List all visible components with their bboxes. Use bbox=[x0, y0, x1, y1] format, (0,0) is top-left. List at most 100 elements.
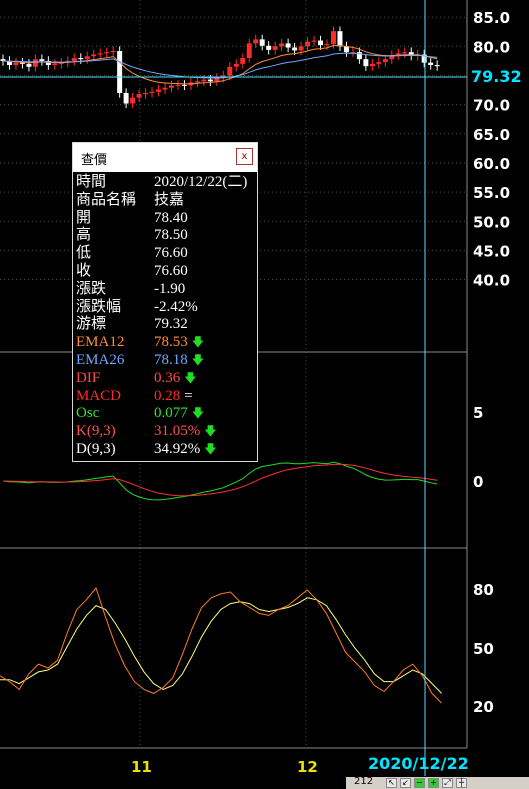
candle-body bbox=[123, 92, 129, 104]
popup-row-label: 漲跌幅 bbox=[76, 298, 122, 315]
macd-signal-line bbox=[2, 463, 438, 497]
popup-row-value: 2020/12/22(二) bbox=[154, 174, 248, 190]
macd-tick-label: 0 bbox=[473, 473, 483, 491]
popup-row-label: DIF bbox=[76, 369, 101, 386]
candle-body bbox=[71, 58, 77, 61]
candle-body bbox=[318, 40, 324, 46]
minus-icon[interactable]: − bbox=[414, 778, 425, 788]
candle-body bbox=[201, 79, 207, 82]
popup-titlebar[interactable]: 查價 x bbox=[73, 143, 257, 172]
candlesticks[interactable] bbox=[0, 26, 440, 109]
popup-row-value: 78.40 bbox=[154, 209, 188, 226]
candle-body bbox=[434, 65, 440, 67]
candle-body bbox=[363, 59, 369, 67]
popup-row: Osc 0.077 🡇 bbox=[76, 405, 257, 423]
popup-row-value: -2.42% bbox=[154, 298, 198, 315]
down-arrow-icon: 🡇 bbox=[191, 406, 205, 421]
dif-line bbox=[2, 461, 438, 501]
price-tick-label: 40.0 bbox=[473, 272, 510, 290]
price-tick-label: 85.0 bbox=[473, 9, 510, 27]
popup-row-value: 78.53 bbox=[154, 334, 188, 351]
expand-icon[interactable]: ⤢ bbox=[442, 778, 453, 788]
candle-body bbox=[298, 46, 304, 51]
popup-row-label: 收 bbox=[76, 262, 92, 279]
popup-row: 游標 79.32 bbox=[76, 316, 257, 334]
kd-lines bbox=[0, 586, 442, 704]
popup-row-label: 低 bbox=[76, 245, 92, 262]
date-tick-label: 11 bbox=[131, 758, 152, 776]
candle-body bbox=[26, 63, 32, 67]
candle-body bbox=[156, 89, 162, 92]
popup-row: EMA26 78.18 🡇 bbox=[76, 352, 257, 370]
zoom-in-icon[interactable]: ↖ bbox=[386, 778, 397, 788]
kd-tick-label: 80 bbox=[473, 581, 494, 599]
candle-body bbox=[32, 59, 38, 67]
price-tick-label: 45.0 bbox=[473, 242, 510, 260]
price-query-popup[interactable]: 查價 x 時間 2020/12/22(二) 商品名稱 技嘉開 78.40 高 78.50 低 7… bbox=[72, 142, 258, 462]
popup-row-value: 34.92% bbox=[154, 440, 201, 457]
cursor-date-label: 2020/12/22 bbox=[368, 754, 469, 773]
popup-row: MACD 0.28 = bbox=[76, 388, 257, 406]
popup-row-value: 31.05% bbox=[154, 423, 201, 440]
popup-row: 開 78.40 bbox=[76, 210, 257, 228]
popup-row: DIF 0.36 🡇 bbox=[76, 370, 257, 388]
candle-body bbox=[369, 63, 375, 67]
candle-body bbox=[233, 63, 239, 67]
close-button[interactable]: x bbox=[236, 148, 253, 165]
crosshair-icon[interactable]: ┼ bbox=[456, 778, 467, 788]
toolbar-value: 212 bbox=[354, 776, 374, 787]
cursor-price-label: 79.32 bbox=[471, 66, 527, 88]
candle-body bbox=[104, 52, 110, 54]
popup-row-label: 開 bbox=[76, 209, 92, 226]
candle-body bbox=[279, 43, 285, 47]
popup-row-value: 0.36 bbox=[154, 369, 181, 386]
popup-row-label: Osc bbox=[76, 405, 100, 422]
popup-row: 商品名稱 技嘉 bbox=[76, 192, 257, 210]
macd-lines bbox=[2, 461, 438, 501]
popup-row: 低 76.60 bbox=[76, 245, 257, 263]
candle-body bbox=[246, 43, 252, 59]
candle-body bbox=[143, 92, 149, 95]
candle-body bbox=[272, 46, 278, 50]
candle-body bbox=[130, 97, 136, 104]
kd-tick-label: 20 bbox=[473, 698, 494, 716]
zoom-out-icon[interactable]: ↙ bbox=[400, 778, 411, 788]
popup-row: K(9,3) 31.05% 🡇 bbox=[76, 423, 257, 441]
price-tick-label: 55.0 bbox=[473, 184, 510, 202]
date-tick-label: 12 bbox=[297, 758, 318, 776]
down-arrow-icon: 🡇 bbox=[204, 441, 217, 456]
popup-row-label: MACD bbox=[76, 387, 122, 404]
popup-rows: 時間 2020/12/22(二) 商品名稱 技嘉開 78.40 高 78.50 低 76.60 收… bbox=[73, 172, 257, 459]
popup-row-label: D(9,3) bbox=[76, 440, 116, 457]
popup-row-value: 76.60 bbox=[154, 245, 188, 262]
popup-row: 時間 2020/12/22(二) bbox=[76, 174, 257, 192]
down-arrow-icon: 🡇 bbox=[191, 352, 205, 367]
candle-body bbox=[162, 87, 168, 90]
popup-row-value: 78.18 bbox=[154, 351, 188, 368]
popup-row-label: 高 bbox=[76, 227, 92, 244]
kd-tick-label: 50 bbox=[473, 640, 494, 658]
chart-toolbar[interactable]: 212 ↖ ↙ − + ⤢ ┼ bbox=[346, 776, 529, 789]
candle-body bbox=[311, 40, 317, 42]
popup-row-value: 79.32 bbox=[154, 316, 188, 333]
candle-body bbox=[194, 81, 200, 83]
candle-body bbox=[330, 31, 336, 45]
plus-icon[interactable]: + bbox=[428, 778, 439, 788]
popup-row: 收 76.60 bbox=[76, 263, 257, 281]
popup-row-value: 78.50 bbox=[154, 227, 188, 244]
candle-body bbox=[324, 44, 330, 46]
candle-body bbox=[240, 58, 246, 64]
price-tick-label: 60.0 bbox=[473, 155, 510, 173]
candle-body bbox=[337, 31, 343, 47]
popup-row: 高 78.50 bbox=[76, 227, 257, 245]
popup-row-value: 0.28 bbox=[154, 387, 181, 404]
candle-body bbox=[39, 59, 45, 61]
candle-body bbox=[305, 41, 311, 47]
popup-row-value: 技嘉 bbox=[154, 191, 185, 208]
popup-row: D(9,3) 34.92% 🡇 bbox=[76, 441, 257, 459]
price-tick-label: 70.0 bbox=[473, 97, 510, 115]
candle-body bbox=[168, 85, 174, 88]
price-tick-label: 80.0 bbox=[473, 38, 510, 56]
macd-tick-label: 5 bbox=[473, 404, 483, 422]
candle-body bbox=[285, 43, 291, 48]
